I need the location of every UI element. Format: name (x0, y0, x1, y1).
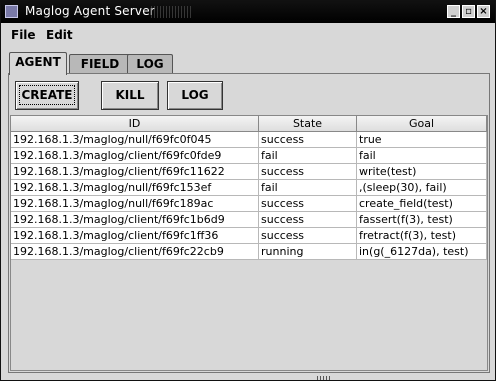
create-button[interactable]: CREATE (15, 81, 79, 110)
cell-goal: fail (357, 148, 487, 164)
column-header-goal[interactable]: Goal (357, 116, 487, 132)
menu-file[interactable]: File (11, 28, 36, 42)
table-row[interactable]: 192.168.1.3/maglog/client/f69fc1b6d9 succ… (11, 212, 487, 228)
cell-state: fail (259, 148, 357, 164)
cell-goal: fassert(f(3), test) (357, 212, 487, 228)
close-button[interactable]: × (477, 5, 490, 18)
cell-goal: ,(sleep(30), fail) (357, 180, 487, 196)
menu-edit[interactable]: Edit (46, 28, 73, 42)
titlebar-grip-icon (151, 6, 191, 18)
cell-id: 192.168.1.3/maglog/client/f69fc11622 (11, 164, 259, 180)
cell-state: fail (259, 180, 357, 196)
cell-id: 192.168.1.3/maglog/null/f69fc153ef (11, 180, 259, 196)
cell-state: running (259, 244, 357, 260)
tab-log[interactable]: LOG (127, 54, 173, 74)
resize-grip-icon[interactable] (317, 376, 331, 380)
cell-id: 192.168.1.3/maglog/null/f69fc189ac (11, 196, 259, 212)
cell-goal: fretract(f(3), test) (357, 228, 487, 244)
table-row[interactable]: 192.168.1.3/maglog/null/f69fc189ac succes… (11, 196, 487, 212)
table-row[interactable]: 192.168.1.3/maglog/null/f69fc153ef fail ,(… (11, 180, 487, 196)
table-row[interactable]: 192.168.1.3/maglog/client/f69fc0fde9 fail… (11, 148, 487, 164)
table-row[interactable]: 192.168.1.3/maglog/client/f69fc22cb9 runn… (11, 244, 487, 260)
table-header: ID State Goal (11, 116, 487, 132)
cell-id: 192.168.1.3/maglog/client/f69fc1ff36 (11, 228, 259, 244)
cell-state: success (259, 164, 357, 180)
cell-id: 192.168.1.3/maglog/client/f69fc1b6d9 (11, 212, 259, 228)
cell-goal: in(g(_6127da), test) (357, 244, 487, 260)
cell-state: success (259, 132, 357, 148)
cell-state: success (259, 228, 357, 244)
tab-field[interactable]: FIELD (69, 54, 131, 74)
cell-id: 192.168.1.3/maglog/client/f69fc22cb9 (11, 244, 259, 260)
cell-goal: create_field(test) (357, 196, 487, 212)
table-row[interactable]: 192.168.1.3/maglog/client/f69fc11622 succ… (11, 164, 487, 180)
log-button[interactable]: LOG (167, 81, 223, 110)
app-window: Maglog Agent Server _ ▫ × File Edit AGEN… (0, 0, 496, 381)
column-header-id[interactable]: ID (11, 116, 259, 132)
tab-agent[interactable]: AGENT (9, 52, 67, 75)
menu-bar: File Edit (1, 23, 495, 47)
window-menu-icon[interactable] (5, 5, 18, 18)
maximize-button[interactable]: ▫ (462, 5, 475, 18)
cell-goal: write(test) (357, 164, 487, 180)
agent-table[interactable]: ID State Goal 192.168.1.3/maglog/null/f6… (10, 115, 488, 371)
title-bar[interactable]: Maglog Agent Server _ ▫ × (1, 1, 495, 23)
cell-state: success (259, 212, 357, 228)
cell-state: success (259, 196, 357, 212)
minimize-button[interactable]: _ (447, 5, 460, 18)
table-row[interactable]: 192.168.1.3/maglog/client/f69fc1ff36 succ… (11, 228, 487, 244)
window-title: Maglog Agent Server (25, 4, 155, 18)
cell-id: 192.168.1.3/maglog/null/f69fc0f045 (11, 132, 259, 148)
column-header-state[interactable]: State (259, 116, 357, 132)
table-row[interactable]: 192.168.1.3/maglog/null/f69fc0f045 succes… (11, 132, 487, 148)
cell-id: 192.168.1.3/maglog/client/f69fc0fde9 (11, 148, 259, 164)
cell-goal: true (357, 132, 487, 148)
kill-button[interactable]: KILL (101, 81, 159, 110)
